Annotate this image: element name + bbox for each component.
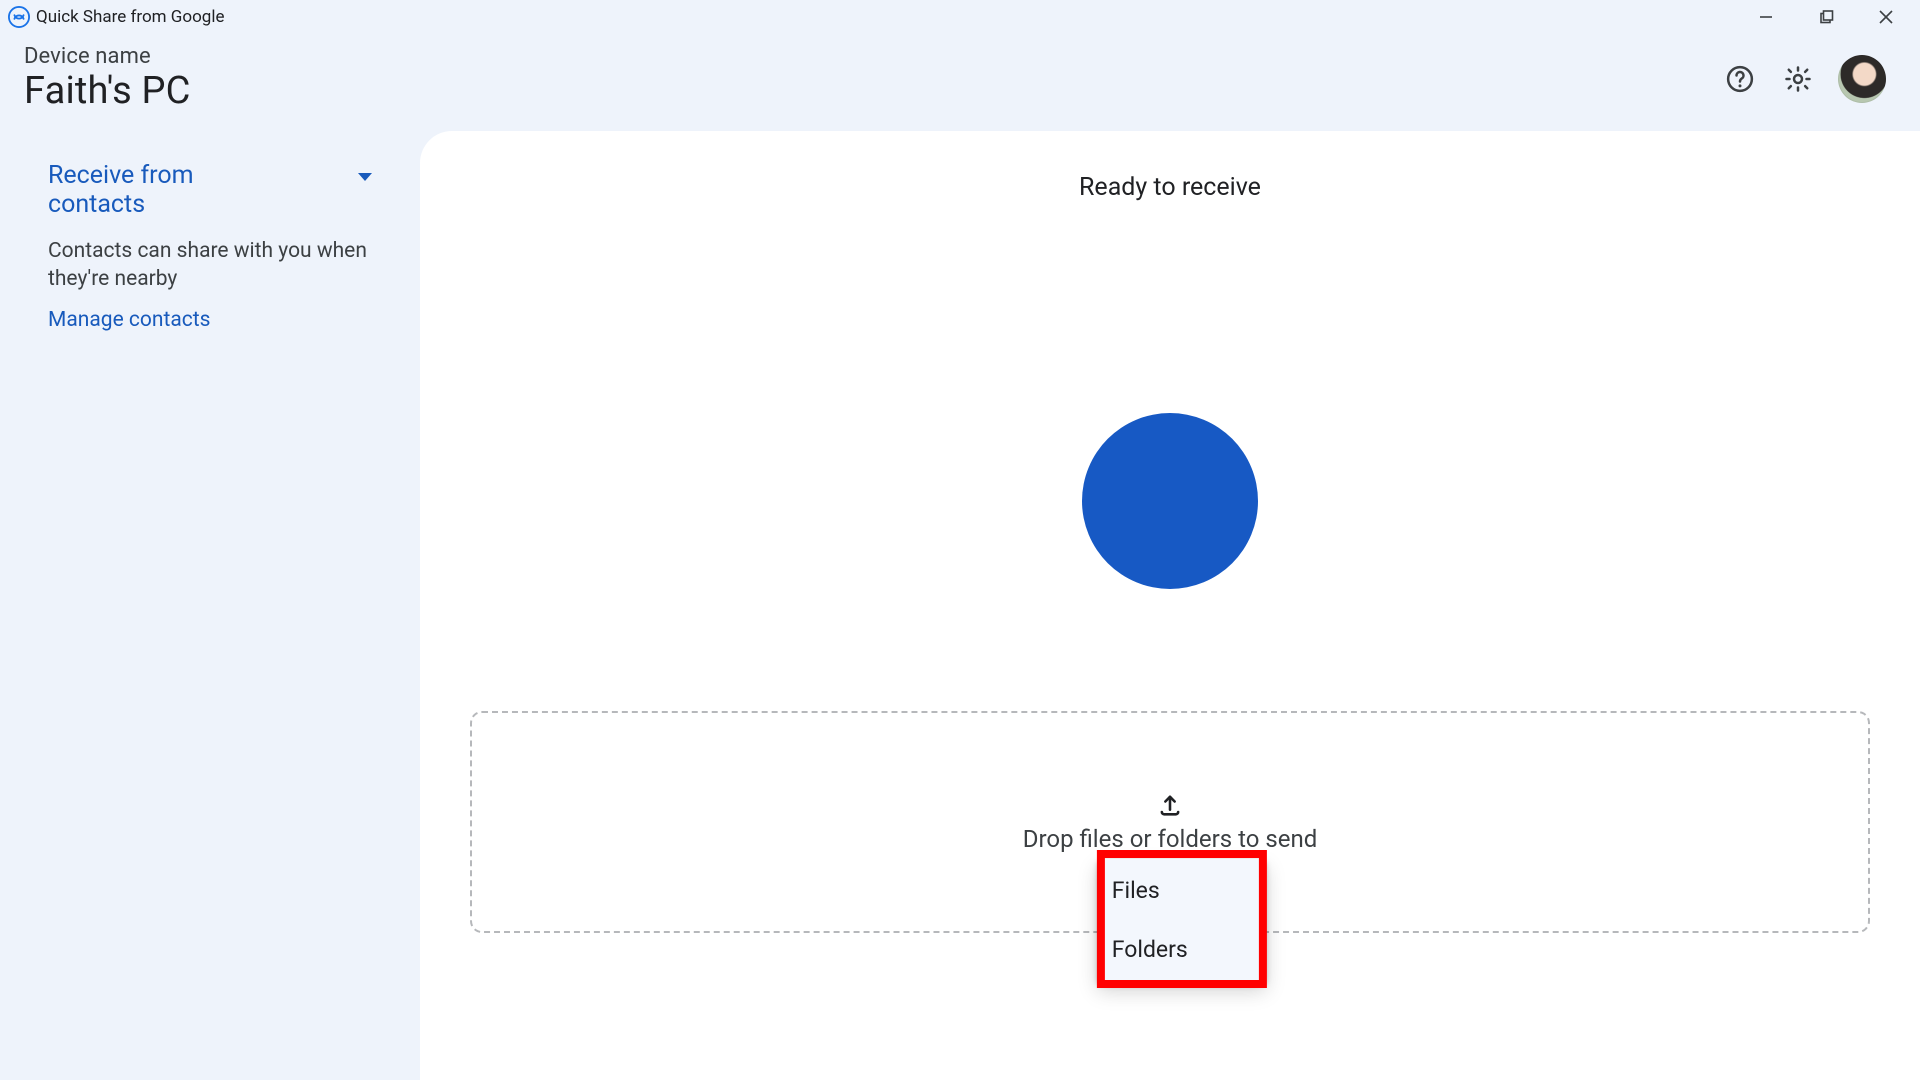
menu-item-files[interactable]: Files — [1098, 861, 1266, 920]
app-title: Quick Share from Google — [36, 7, 224, 27]
ready-indicator — [1082, 413, 1258, 589]
device-name-label: Device name — [24, 44, 1722, 69]
header-actions — [1722, 55, 1896, 103]
quickshare-app-icon — [8, 6, 30, 28]
device-name-value: Faith's PC — [24, 69, 1722, 113]
device-block: Device name Faith's PC — [24, 44, 1722, 113]
pulse-circle-icon — [1082, 413, 1258, 589]
visibility-description: Contacts can share with you when they're… — [48, 237, 368, 294]
window-maximize-button[interactable] — [1796, 0, 1856, 34]
menu-item-folders[interactable]: Folders — [1098, 920, 1266, 979]
sidebar: Receive from contacts Contacts can share… — [0, 131, 420, 1080]
chevron-down-icon — [358, 181, 372, 200]
window-minimize-button[interactable] — [1736, 0, 1796, 34]
gear-icon — [1783, 64, 1813, 94]
visibility-dropdown[interactable]: Receive from contacts — [48, 161, 372, 219]
manage-contacts-link[interactable]: Manage contacts — [48, 308, 210, 332]
body: Receive from contacts Contacts can share… — [0, 131, 1920, 1080]
upload-icon — [1156, 791, 1184, 819]
settings-button[interactable] — [1780, 61, 1816, 97]
ready-status: Ready to receive — [460, 173, 1880, 202]
visibility-label: Receive from contacts — [48, 161, 290, 219]
dropzone-text: Drop files or folders to send — [1023, 825, 1318, 853]
main-panel: Ready to receive Drop files or folders t… — [420, 131, 1920, 1080]
help-icon — [1725, 64, 1755, 94]
header: Device name Faith's PC — [0, 34, 1920, 131]
titlebar: Quick Share from Google — [0, 0, 1920, 34]
select-type-menu: Files Folders — [1098, 859, 1266, 983]
account-avatar[interactable] — [1838, 55, 1886, 103]
help-button[interactable] — [1722, 61, 1758, 97]
window-close-button[interactable] — [1856, 0, 1916, 34]
